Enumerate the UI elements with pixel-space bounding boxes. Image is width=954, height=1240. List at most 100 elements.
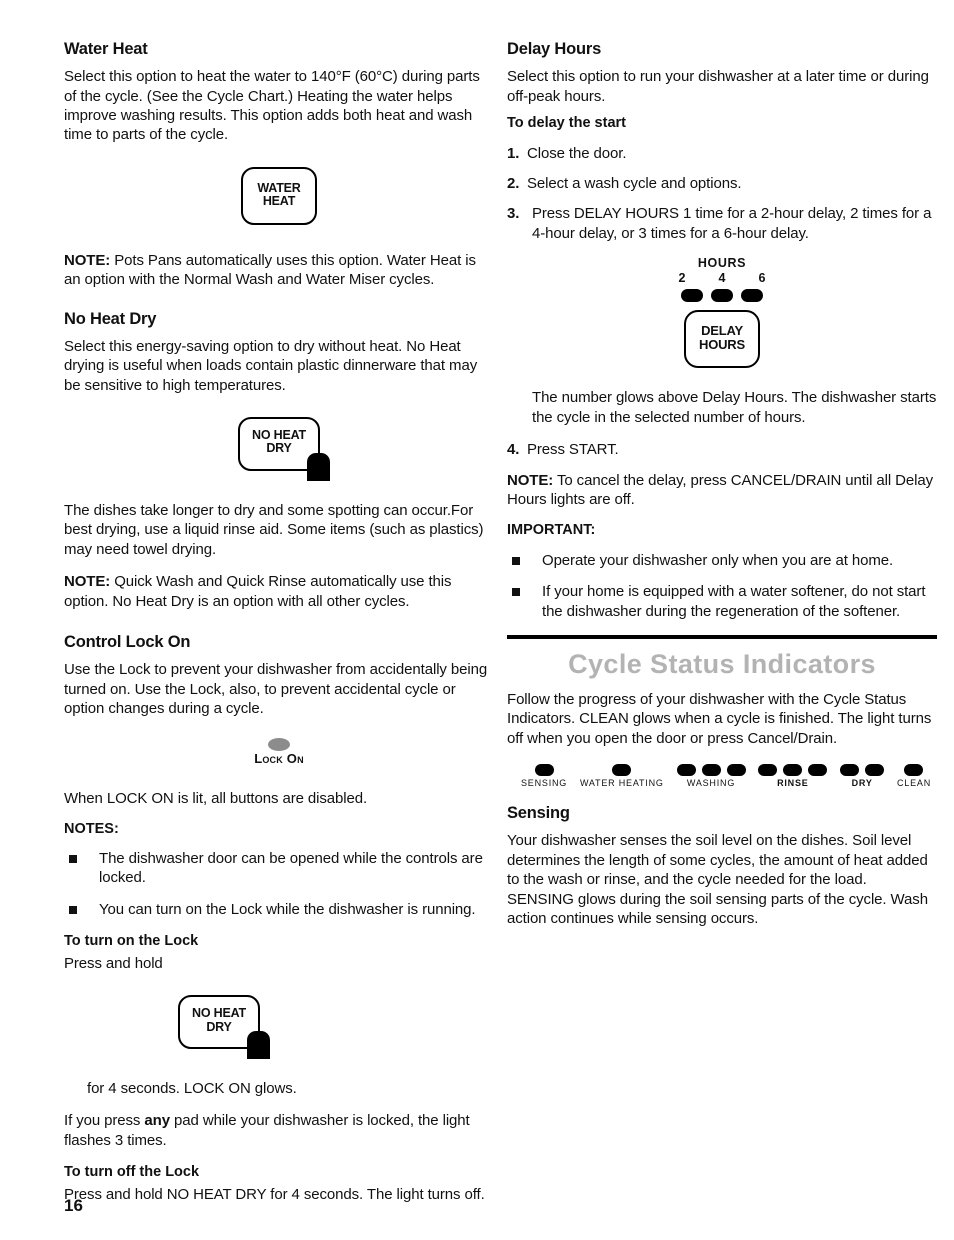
control-lock-description-2: When LOCK ON is lit, all buttons are dis… — [64, 789, 368, 807]
status-lamp-icon — [701, 764, 721, 777]
status-lamp-icon — [534, 764, 554, 777]
step-text: Close the door. — [527, 144, 627, 162]
no-heat-dry-button: NO HEAT DRY — [178, 995, 270, 1059]
page-number: 16 — [64, 1196, 83, 1215]
step-text: Select a wash cycle and options. — [527, 175, 742, 193]
lock-on-label: Lock On — [254, 751, 304, 767]
important-label: IMPORTANT: — [507, 522, 596, 539]
delay-hours-button: DELAY HOURS — [684, 310, 760, 369]
water-heat-button-art: WATER HEAT — [64, 166, 494, 225]
status-label: WASHING — [686, 778, 736, 789]
delay-hours-button-label-2: HOURS — [699, 337, 745, 353]
delay-hours-button-label-1: DELAY — [701, 323, 743, 339]
hours-number-2: 2 — [678, 271, 686, 286]
delay-hours-note: NOTE: To cancel the delay, press CANCEL/… — [507, 471, 937, 510]
status-lamp-row — [758, 764, 828, 777]
turn-off-lock-heading: To turn off the Lock — [64, 1164, 200, 1181]
section-divider — [507, 635, 937, 640]
list-item-text: Operate your dishwasher only when you ar… — [542, 552, 894, 570]
lock-on-indicator-art: Lock On — [64, 738, 494, 766]
status-label: RINSE — [777, 778, 809, 789]
status-group-rinse: RINSE — [758, 764, 828, 789]
status-lamp-icon — [904, 764, 924, 777]
status-group-clean: CLEAN — [897, 764, 931, 788]
water-heat-description: Select this option to heat the water to … — [64, 68, 480, 144]
hours-number-4: 4 — [718, 271, 726, 286]
manual-page: Water Heat Select this option to heat th… — [0, 0, 954, 1240]
status-lamp-icon — [612, 764, 632, 777]
sensing-description: Your dishwasher senses the soil level on… — [507, 832, 928, 927]
list-item: Operate your dishwasher only when you ar… — [507, 551, 937, 570]
section-heading-control-lock-on: Control Lock On — [64, 632, 191, 651]
section-heading-water-heat: Water Heat — [64, 40, 148, 58]
section-heading-sensing: Sensing — [507, 804, 570, 823]
note-text: Quick Wash and Quick Rinse automatically… — [64, 573, 452, 610]
note-text: Pots Pans automatically uses this option… — [64, 251, 476, 289]
bullet-square-icon — [69, 854, 77, 863]
water-heat-button: WATER HEAT — [241, 166, 317, 225]
note-label: NOTE: — [64, 251, 111, 269]
status-label: CLEAN — [896, 778, 931, 789]
list-item: 2. Select a wash cycle and options. — [507, 174, 937, 193]
list-item: If your home is equipped with a water so… — [507, 582, 937, 621]
indicator-square-icon — [247, 1031, 270, 1059]
turn-on-lock-text: Press and hold — [64, 954, 163, 972]
locked-pad-text: If you press any pad while your dishwash… — [64, 1111, 494, 1150]
status-lamp-icon — [808, 764, 828, 777]
no-heat-dry-button-label-2: DRY — [266, 441, 292, 456]
status-group-dry: DRY — [840, 764, 885, 789]
delay-hours-after-art-text: The number glows above Delay Hours. The … — [532, 389, 937, 426]
status-group-washing: WASHING — [676, 764, 746, 789]
bullet-square-icon — [512, 557, 520, 566]
status-lamp-row — [840, 764, 885, 777]
section-heading-delay-hours: Delay Hours — [507, 40, 602, 58]
water-heat-button-label-2: HEAT — [262, 194, 296, 209]
section-heading-no-heat-dry: No Heat Dry — [64, 309, 157, 328]
status-lamp-row — [676, 764, 746, 777]
bullet-square-icon — [512, 588, 520, 597]
list-item-text: If your home is equipped with a water so… — [542, 583, 926, 620]
locked-pad-emphasis: any — [144, 1112, 170, 1130]
cycle-status-description: Follow the progress of your dishwasher w… — [507, 690, 932, 747]
status-lamp-icon — [758, 764, 778, 777]
no-heat-dry-description-2: The dishes take longer to dry and some s… — [64, 501, 484, 558]
delay-hours-art: HOURS 2 4 6 DELAY HOURS — [507, 256, 937, 369]
no-heat-dry-note: NOTE: Quick Wash and Quick Rinse automat… — [64, 572, 494, 611]
hours-lamp-row — [507, 289, 937, 303]
status-lamp-row — [612, 764, 632, 777]
delay-hours-description: Select this option to run your dishwashe… — [507, 68, 929, 105]
hours-number-6: 6 — [758, 271, 766, 286]
notes-label: NOTES: — [64, 821, 119, 838]
section-heading-cycle-status-indicators: Cycle Status Indicators — [568, 649, 876, 680]
status-group-sensing: SENSING — [521, 764, 567, 788]
no-heat-dry-button-label-1: NO HEAT — [192, 1006, 246, 1020]
status-label: WATER HEATING — [579, 778, 664, 789]
no-heat-dry-description: Select this energy-saving option to dry … — [64, 337, 478, 394]
list-item: 3. Press DELAY HOURS 1 time for a 2-hour… — [507, 204, 937, 243]
status-lamp-icon — [726, 764, 746, 777]
note-text: To cancel the delay, press CANCEL/DRAIN … — [507, 471, 934, 508]
no-heat-dry-button-label-2: DRY — [206, 1019, 232, 1034]
step-number: 1. — [507, 144, 520, 162]
status-label: DRY — [851, 778, 873, 789]
status-lamp-icon — [865, 764, 885, 777]
step-text: Press DELAY HOURS 1 time for a 2-hour de… — [532, 205, 932, 242]
list-item: The dishwasher door can be opened while … — [64, 849, 494, 888]
status-lamp-icon — [783, 764, 803, 777]
control-lock-description: Use the Lock to prevent your dishwasher … — [64, 661, 488, 717]
right-column: Delay Hours Select this option to run yo… — [507, 40, 937, 941]
after-button-text: for 4 seconds. LOCK ON glows. — [87, 1080, 297, 1097]
turn-off-lock-text: Press and hold NO HEAT DRY for 4 seconds… — [64, 1185, 485, 1203]
no-heat-dry-button: NO HEAT DRY — [238, 416, 330, 481]
status-lamp-icon — [676, 764, 696, 777]
list-item: 4. Press START. — [507, 440, 937, 459]
list-item: You can turn on the Lock while the dishw… — [64, 900, 494, 919]
step-number: 2. — [507, 175, 520, 193]
locked-pad-text-part1: If you press — [64, 1112, 145, 1130]
lock-no-heat-dry-button-art: NO HEAT DRY — [64, 995, 494, 1059]
hours-label: HOURS — [697, 256, 747, 271]
step-number: 4. — [507, 441, 520, 459]
hours-lamp-icon — [681, 289, 703, 303]
status-lamp-icon — [840, 764, 860, 777]
hours-lamp-icon — [741, 289, 763, 303]
